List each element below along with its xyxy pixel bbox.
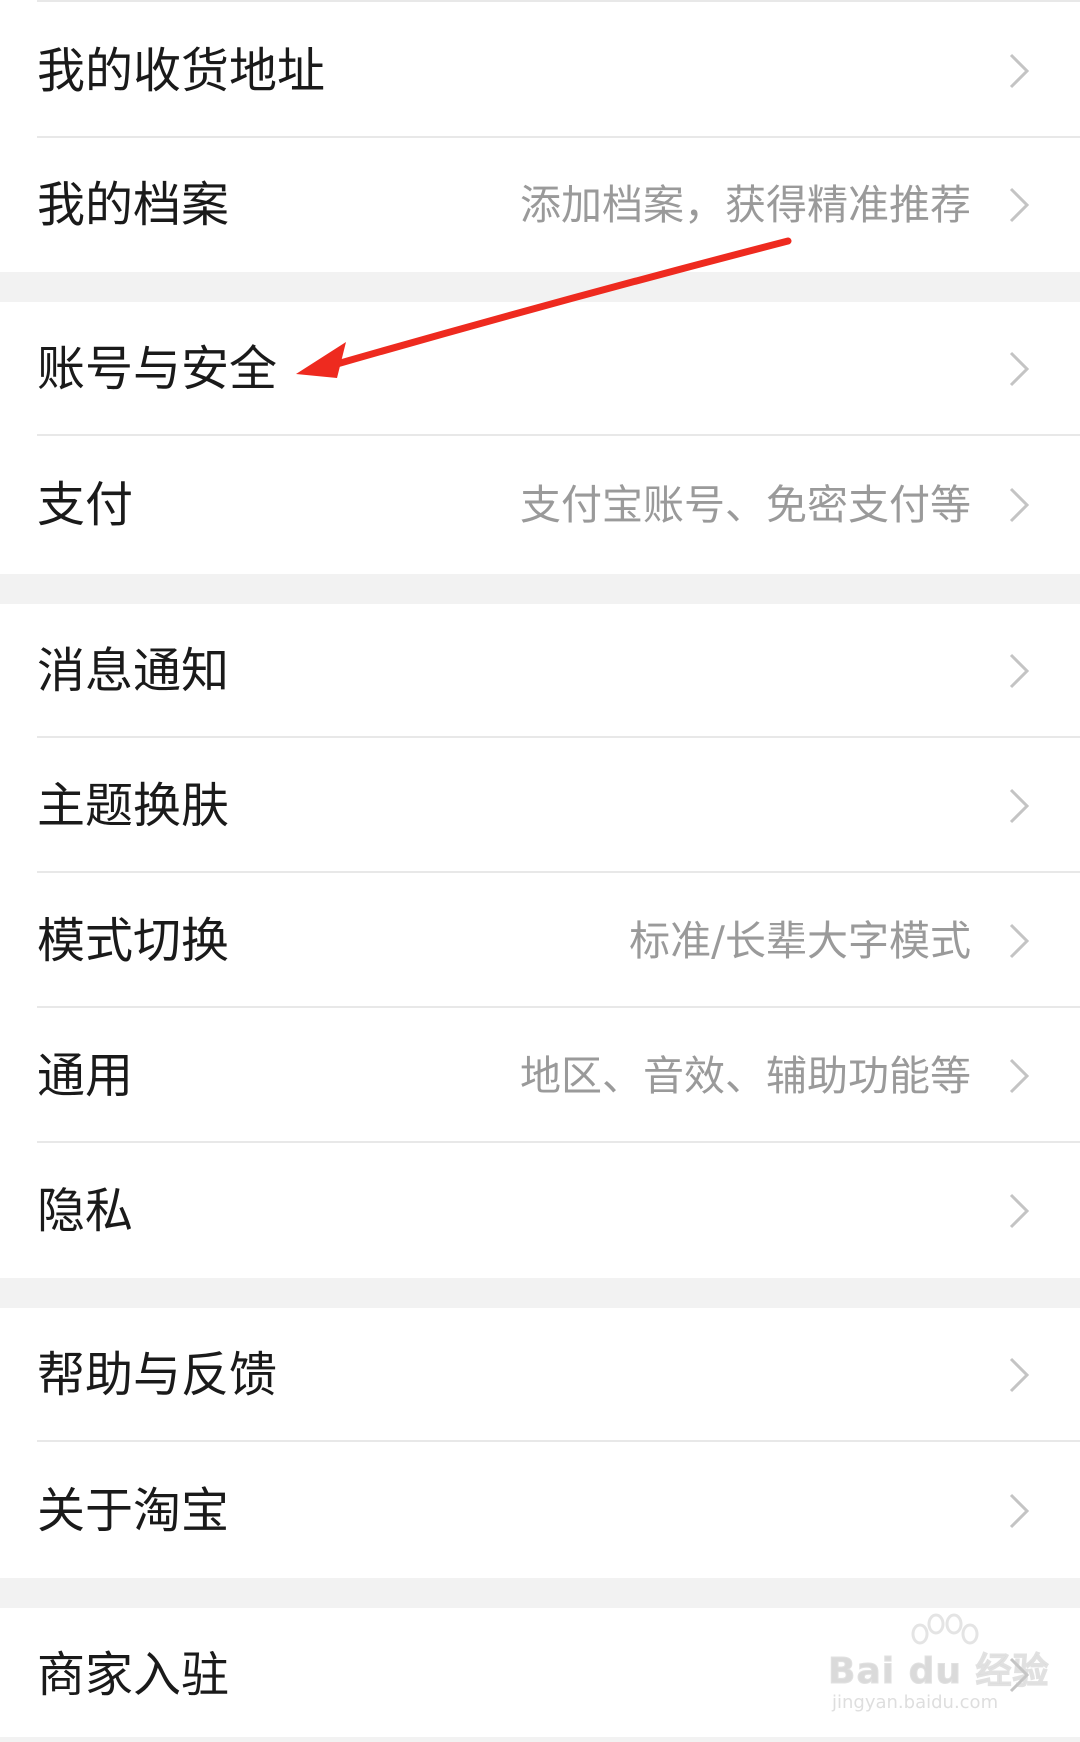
chevron-right-icon bbox=[1009, 487, 1030, 523]
watermark-url: jingyan.baidu.com bbox=[832, 1692, 999, 1713]
divider bbox=[37, 871, 1080, 873]
chevron-right-icon bbox=[1009, 187, 1030, 223]
settings-item-hint: 标准/长辈大字模式 bbox=[629, 917, 971, 965]
settings-item-help-feedback[interactable]: 帮助与反馈 bbox=[0, 1308, 1080, 1442]
divider bbox=[37, 434, 1080, 436]
settings-item-label: 隐私 bbox=[37, 1183, 134, 1239]
divider bbox=[37, 1141, 1080, 1143]
chevron-right-icon bbox=[1009, 1357, 1030, 1393]
settings-item-mode-switch[interactable]: 模式切换 标准/长辈大字模式 bbox=[0, 874, 1080, 1008]
settings-item-about-taobao[interactable]: 关于淘宝 bbox=[0, 1444, 1080, 1578]
chevron-right-icon bbox=[1009, 1058, 1030, 1094]
settings-item-theme[interactable]: 主题换肤 bbox=[0, 739, 1080, 873]
chevron-right-icon bbox=[1009, 53, 1030, 89]
settings-item-label: 商家入驻 bbox=[37, 1647, 230, 1703]
settings-item-label: 消息通知 bbox=[37, 643, 230, 699]
chevron-right-icon bbox=[1009, 788, 1030, 824]
settings-group-personal: 我的收货地址 我的档案 添加档案，获得精准推荐 bbox=[0, 0, 1080, 272]
divider bbox=[37, 1440, 1080, 1442]
settings-item-my-profile[interactable]: 我的档案 添加档案，获得精准推荐 bbox=[0, 138, 1080, 272]
settings-item-notifications[interactable]: 消息通知 bbox=[0, 604, 1080, 738]
chevron-right-icon bbox=[1009, 653, 1030, 689]
settings-page: 我的收货地址 我的档案 添加档案，获得精准推荐 账号与安全 支付 支付宝账号、免… bbox=[0, 0, 1080, 1737]
settings-item-general[interactable]: 通用 地区、音效、辅助功能等 bbox=[0, 1009, 1080, 1143]
settings-item-label: 模式切换 bbox=[37, 913, 230, 969]
settings-item-label: 通用 bbox=[37, 1048, 134, 1104]
settings-group-account: 账号与安全 支付 支付宝账号、免密支付等 bbox=[0, 302, 1080, 574]
settings-item-account-security[interactable]: 账号与安全 bbox=[0, 302, 1080, 436]
settings-item-shipping-address[interactable]: 我的收货地址 bbox=[0, 4, 1080, 138]
settings-item-label: 我的档案 bbox=[37, 177, 230, 233]
settings-item-hint: 添加档案，获得精准推荐 bbox=[520, 181, 971, 229]
settings-item-privacy[interactable]: 隐私 bbox=[0, 1144, 1080, 1278]
settings-item-label: 我的收货地址 bbox=[37, 43, 326, 99]
settings-group-support: 帮助与反馈 关于淘宝 bbox=[0, 1308, 1080, 1578]
divider bbox=[37, 1006, 1080, 1008]
settings-item-label: 帮助与反馈 bbox=[37, 1347, 278, 1403]
watermark-brand: Bai du 经验 bbox=[828, 1651, 1050, 1693]
divider bbox=[37, 736, 1080, 738]
chevron-right-icon bbox=[1009, 351, 1030, 387]
settings-item-payment[interactable]: 支付 支付宝账号、免密支付等 bbox=[0, 438, 1080, 572]
chevron-right-icon bbox=[1009, 923, 1030, 959]
divider bbox=[37, 0, 1080, 2]
settings-item-label: 主题换肤 bbox=[37, 778, 230, 834]
settings-item-label: 关于淘宝 bbox=[37, 1483, 230, 1539]
chevron-right-icon bbox=[1009, 1193, 1030, 1229]
settings-item-hint: 支付宝账号、免密支付等 bbox=[520, 481, 971, 529]
settings-item-label: 支付 bbox=[37, 477, 134, 533]
settings-item-hint: 地区、音效、辅助功能等 bbox=[520, 1052, 971, 1100]
settings-group-preferences: 消息通知 主题换肤 模式切换 标准/长辈大字模式 通用 地区、音效、辅助功能等 … bbox=[0, 604, 1080, 1278]
chevron-right-icon bbox=[1009, 1493, 1030, 1529]
watermark: Bai du 经验 jingyan.baidu.com bbox=[822, 1612, 1049, 1722]
settings-item-label: 账号与安全 bbox=[37, 341, 278, 397]
